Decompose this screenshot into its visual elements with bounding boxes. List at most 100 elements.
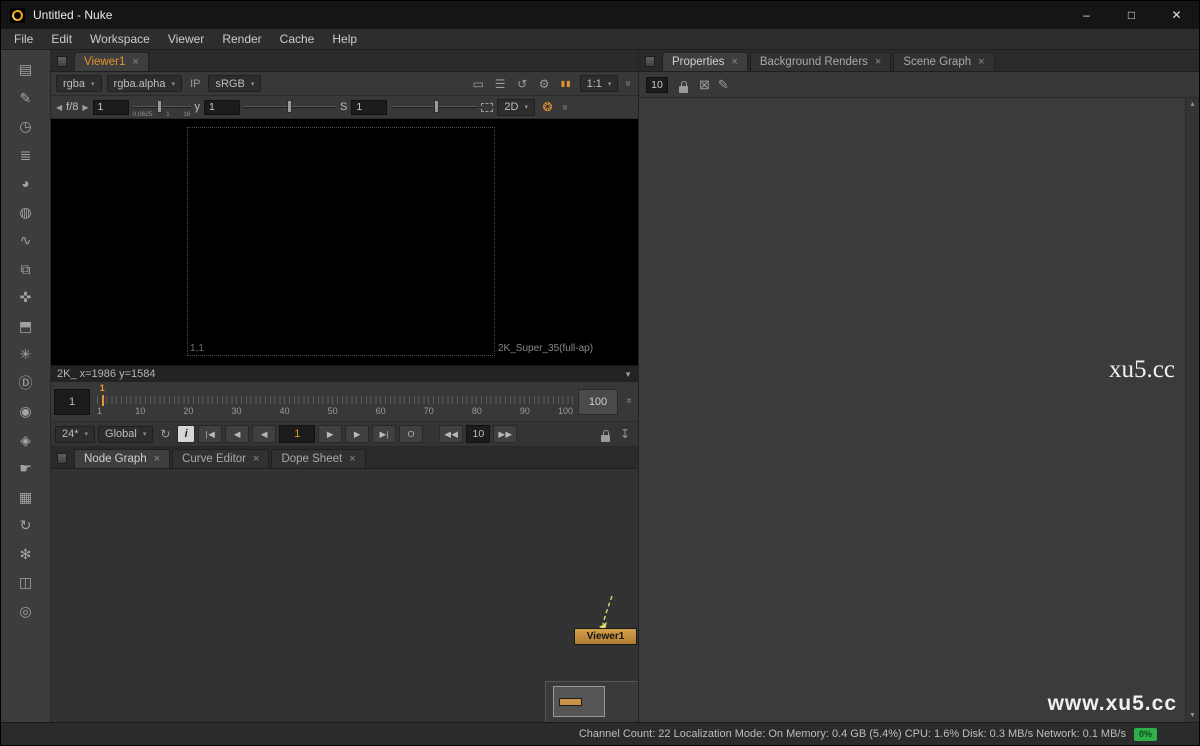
toolbar-icon-views[interactable]: ◉ [16,402,36,420]
toolbar-icon-update[interactable]: ↻ [16,516,36,534]
close-icon[interactable]: × [731,56,737,68]
timeline-overflow-icon[interactable]: » [624,398,635,404]
flipbook-render-icon[interactable]: ↧ [616,427,634,441]
slider-handle[interactable] [287,100,293,113]
close-icon[interactable]: × [349,453,355,465]
close-icon[interactable]: × [875,56,881,68]
tab-properties[interactable]: Properties × [662,52,748,71]
goto-start-button[interactable]: |◀ [198,425,223,443]
color-wheel-icon[interactable]: ❂ [539,100,556,114]
minimize-button[interactable]: – [1064,1,1109,29]
input-process-toggle[interactable]: IP [187,78,203,90]
saturation-input[interactable]: 1 [351,99,388,115]
lock-icon[interactable] [598,426,613,442]
viewer-canvas[interactable]: 1,1 2K_Super_35(full-ap) [51,119,638,365]
slider-handle[interactable] [434,100,440,113]
menu-render[interactable]: Render [213,30,270,48]
gear-icon[interactable]: ⚙ [536,77,553,91]
toolbar-icon-effects[interactable]: ✻ [16,545,36,563]
scrollbar[interactable]: ▲ ▼ [1185,98,1199,722]
toolbar-icon-time[interactable]: ◷ [16,117,36,135]
fstop-next-icon[interactable]: ▶ [82,103,88,112]
overflow-chevron-icon[interactable]: » [623,81,634,87]
toolbar-icon-other[interactable]: ▦ [16,488,36,506]
loop-mode-icon[interactable]: ↻ [156,427,174,441]
menu-viewer[interactable]: Viewer [159,30,213,48]
node-viewer1[interactable]: Viewer1 [574,628,637,645]
scroll-down-icon[interactable]: ▼ [1189,712,1196,719]
toolbar-icon-filter[interactable]: ◍ [16,203,36,221]
menu-file[interactable]: File [5,30,42,48]
view-mode-select[interactable]: 2D ▾ [497,98,535,116]
viewer-list-icon[interactable]: ☰ [492,77,509,91]
gain-input[interactable]: 1 [92,99,129,115]
close-icon[interactable]: × [132,56,138,68]
layer-select[interactable]: rgba.alpha ▾ [106,75,183,92]
max-panels-input[interactable]: 10 [646,76,668,93]
tab-scene-graph[interactable]: Scene Graph × [893,52,995,71]
playhead[interactable] [101,395,104,406]
tab-viewer1[interactable]: Viewer1 × [74,52,149,71]
node-graph[interactable]: Viewer1 [51,469,638,722]
scroll-up-icon[interactable]: ▲ [1189,101,1196,108]
lock-panels-icon[interactable] [676,77,691,93]
toolbar-icon-image[interactable]: ▤ [16,60,36,78]
toolbar-icon-keyer[interactable]: ∿ [16,231,36,249]
timeline-ruler[interactable]: 1 1 10 20 30 40 50 60 70 80 90 100 [97,383,573,419]
monitor-output-icon[interactable]: ▭ [470,77,487,91]
toolbar-icon-merge[interactable]: ⧉ [16,260,36,278]
step-back-button[interactable]: ◀ [252,425,277,443]
lut-select[interactable]: sRGB ▾ [208,75,262,92]
nodegraph-minimap[interactable] [545,681,638,722]
channel-select[interactable]: rgba ▾ [56,75,102,92]
tab-curve-editor[interactable]: Curve Editor × [172,449,270,468]
goto-end-button[interactable]: ▶| [372,425,397,443]
close-icon[interactable]: × [154,453,160,465]
toolbar-icon-3d[interactable]: ⬒ [16,317,36,335]
tab-background-renders[interactable]: Background Renders × [749,52,892,71]
timeline-info-button[interactable]: i [177,425,196,443]
range-start-input[interactable]: 1 [54,389,90,415]
gamma-slider[interactable] [244,98,337,116]
close-icon[interactable]: × [253,453,259,465]
panel-dock-icon[interactable] [57,453,67,464]
refresh-icon[interactable]: ↺ [514,77,531,91]
prev-keyframe-button[interactable]: ◀ [225,425,250,443]
play-once-button[interactable]: O [399,425,424,443]
play-button[interactable]: ▶ [318,425,343,443]
gain-slider[interactable]: 0.0625 1 16 [132,98,191,118]
zoom-select[interactable]: 1:1 ▾ [579,75,619,92]
panel-dock-icon[interactable] [645,56,655,67]
frame-increment-input[interactable]: 10 [466,425,491,443]
fstop-prev-icon[interactable]: ◀ [56,103,62,112]
toolbar-icon-transform[interactable]: ✜ [16,288,36,306]
overflow-chevron-icon[interactable]: » [559,104,570,110]
pencil-icon[interactable]: ✎ [718,77,729,93]
saturation-slider[interactable] [391,98,478,116]
toolbar-icon-settings[interactable]: ◎ [16,602,36,620]
toolbar-icon-metadata[interactable]: ◈ [16,431,36,449]
tab-node-graph[interactable]: Node Graph × [74,449,171,468]
panel-dock-icon[interactable] [57,56,67,67]
gamma-input[interactable]: 1 [204,99,241,115]
jump-back-button[interactable]: ◀◀ [439,425,464,443]
toolbar-icon-draw[interactable]: ✎ [16,89,36,107]
step-forward-button[interactable]: ▶ [345,425,370,443]
menu-edit[interactable]: Edit [42,30,81,48]
frame-range-select[interactable]: Global ▾ [98,425,154,443]
jump-forward-button[interactable]: ▶▶ [493,425,518,443]
toolbar-icon-particles[interactable]: ✳ [16,345,36,363]
toolbar-icon-storage[interactable]: ◫ [16,573,36,591]
roi-icon[interactable] [481,102,494,112]
maximize-button[interactable]: □ [1109,1,1154,29]
tab-dope-sheet[interactable]: Dope Sheet × [271,449,366,468]
toolbar-icon-channel[interactable]: ≣ [16,146,36,164]
fps-select[interactable]: 24* ▾ [55,425,96,443]
close-all-panels-icon[interactable]: ⊠ [699,77,710,93]
menu-cache[interactable]: Cache [271,30,324,48]
toolbar-icon-deep[interactable]: Ⓓ [16,374,36,392]
menu-help[interactable]: Help [323,30,366,48]
toolbar-icon-color[interactable]: ◕ [16,174,36,192]
current-frame-input[interactable]: 1 [279,425,316,443]
menu-workspace[interactable]: Workspace [81,30,159,48]
